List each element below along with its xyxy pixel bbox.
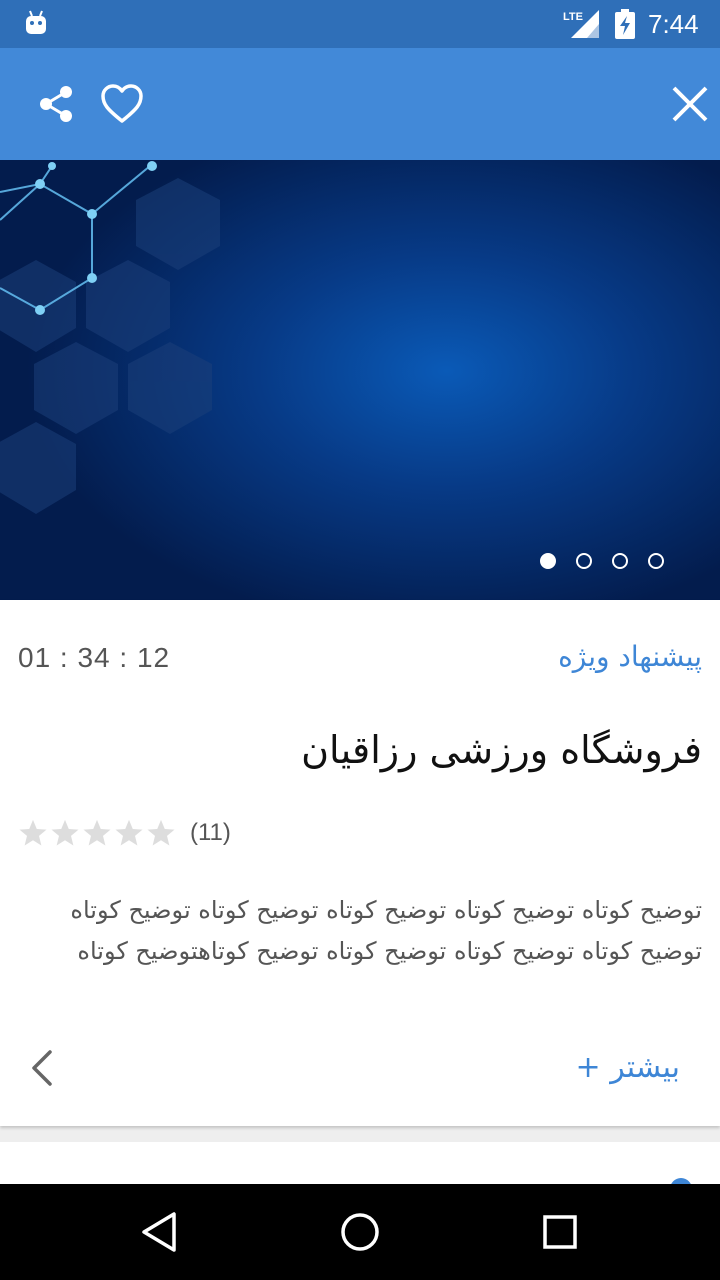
more-button[interactable]: بیشتر + — [576, 1050, 680, 1085]
lte-signal-icon: LTE — [563, 10, 599, 38]
close-icon — [672, 86, 708, 122]
countdown-timer: 01 : 34 : 12 — [18, 642, 171, 673]
app-bar — [0, 48, 720, 160]
short-description: توضیح کوتاه توضیح کوتاه توضیح کوتاه توضی… — [70, 896, 702, 965]
star-icon — [147, 819, 175, 846]
page-dot-3[interactable] — [612, 553, 628, 569]
recents-square-icon[interactable] — [536, 1208, 584, 1256]
hero-image-carousel[interactable] — [0, 160, 720, 600]
home-circle-icon[interactable] — [336, 1208, 384, 1256]
status-bar: LTE 7:44 — [0, 0, 720, 48]
favorite-button[interactable] — [96, 78, 148, 130]
page-dot-1[interactable] — [540, 553, 556, 569]
carousel-page-indicator — [540, 553, 664, 569]
star-icon — [19, 819, 47, 846]
chevron-left-icon[interactable] — [24, 1046, 64, 1090]
rating-row: (11) — [18, 818, 231, 848]
back-triangle-icon[interactable] — [136, 1208, 184, 1256]
battery-charging-icon — [615, 9, 635, 39]
lte-label: LTE — [563, 11, 583, 23]
favorite-heart-icon — [101, 84, 143, 123]
special-offer-badge: پیشنهاد ویژه — [558, 640, 702, 673]
hex-network-pattern — [0, 161, 220, 514]
review-count: (11) — [190, 819, 231, 846]
star-icon — [51, 819, 79, 846]
page-dot-2[interactable] — [576, 553, 592, 569]
share-button[interactable] — [30, 78, 82, 130]
store-title: فروشگاه ورزشی رزاقیان — [301, 728, 702, 772]
close-button[interactable] — [664, 78, 716, 130]
system-navigation-bar — [0, 1184, 720, 1280]
android-icon — [26, 10, 46, 34]
page-dot-4[interactable] — [648, 553, 664, 569]
clock: 7:44 — [648, 9, 699, 39]
share-icon — [40, 86, 72, 122]
star-icon — [83, 819, 111, 846]
star-icon — [115, 819, 143, 846]
offer-card: پیشنهاد ویژه 01 : 34 : 12 فروشگاه ورزشی … — [0, 600, 720, 1126]
